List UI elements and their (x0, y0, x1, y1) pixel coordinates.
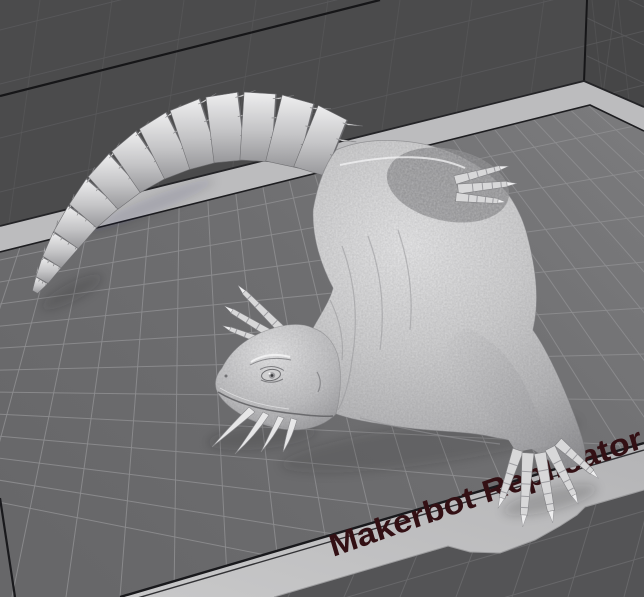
nostril (224, 374, 228, 378)
3d-viewport[interactable]: Makerbot Replicator (0, 0, 644, 597)
eye-highlight (268, 372, 271, 375)
eye-pupil (270, 374, 274, 377)
scene-canvas: Makerbot Replicator (0, 0, 644, 597)
